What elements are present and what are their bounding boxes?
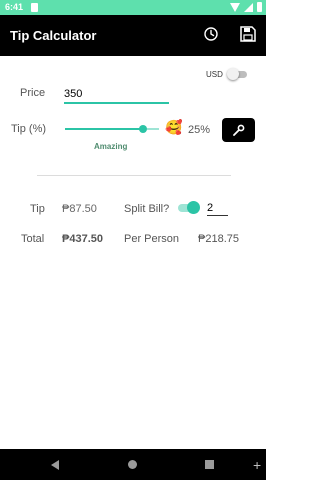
per-person-value: ₱218.75 [198, 233, 239, 245]
status-bar: 6:41 [0, 0, 266, 15]
usd-toggle[interactable] [227, 68, 247, 80]
currency-label: USD [206, 70, 223, 79]
status-icons [230, 2, 262, 12]
split-bill-label: Split Bill? [124, 203, 170, 215]
tip-percent: 25% [188, 124, 211, 136]
tip-amount-value: ₱87.50 [62, 203, 97, 215]
tip-slider[interactable] [65, 125, 159, 133]
wifi-icon [230, 2, 240, 12]
navigation-bar [0, 449, 266, 480]
price-label: Price [20, 87, 46, 99]
plus-icon[interactable]: + [253, 457, 261, 473]
tip-emoji: 🥰 [165, 119, 183, 135]
back-icon[interactable] [51, 460, 59, 470]
recents-icon[interactable] [205, 460, 214, 469]
save-icon[interactable] [240, 26, 256, 42]
signal-icon [244, 2, 253, 12]
per-person-label: Per Person [124, 233, 180, 245]
tip-slider-thumb[interactable] [139, 125, 147, 133]
tools-button[interactable] [222, 118, 255, 142]
price-input[interactable] [64, 86, 169, 104]
wrench-icon [233, 124, 245, 136]
battery-icon [257, 2, 262, 12]
tip-amount-label: Tip [30, 203, 45, 215]
tip-rating: Amazing [94, 142, 128, 151]
split-bill-toggle[interactable] [178, 201, 200, 214]
split-toggle-thumb [187, 201, 200, 214]
sd-card-icon [31, 3, 38, 12]
split-count-input[interactable] [207, 201, 228, 216]
history-icon[interactable] [204, 27, 218, 41]
app-bar: Tip Calculator [0, 15, 266, 56]
app-title: Tip Calculator [10, 28, 97, 43]
total-value: ₱437.50 [62, 233, 103, 245]
divider [37, 175, 231, 176]
status-time: 6:41 [5, 2, 24, 12]
tip-slider-fill [65, 128, 143, 130]
usd-toggle-thumb [227, 68, 239, 80]
total-label: Total [21, 233, 45, 245]
tip-label: Tip (%) [11, 123, 47, 135]
home-icon[interactable] [128, 460, 137, 469]
tip-slider-track [147, 128, 159, 130]
